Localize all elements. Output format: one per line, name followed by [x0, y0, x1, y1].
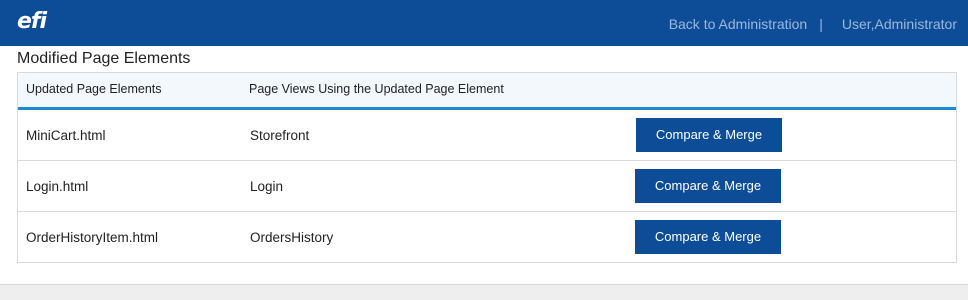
table-header: Updated Page Elements Page Views Using t…: [18, 73, 956, 110]
efi-logo[interactable]: efi: [17, 9, 47, 35]
page-title: Modified Page Elements: [17, 50, 191, 67]
page-element-name: OrderHistoryItem.html: [26, 230, 159, 245]
page-view-name: Storefront: [250, 128, 310, 143]
nav-separator: |: [819, 16, 823, 32]
table-row: Login.html Login Compare & Merge: [18, 161, 956, 212]
modified-elements-table: Updated Page Elements Page Views Using t…: [17, 72, 957, 263]
top-navigation-bar: efi Back to Administration | User,Administ…: [0, 0, 968, 46]
page-view-name: Login: [250, 179, 284, 194]
column-header-page-views: Page Views Using the Updated Page Elemen…: [249, 82, 504, 96]
table-row: MiniCart.html Storefront Compare & Merge: [18, 110, 956, 161]
user-menu-link[interactable]: User,Administrator: [842, 16, 957, 32]
column-header-updated-elements: Updated Page Elements: [26, 82, 162, 96]
page-view-name: OrdersHistory: [250, 230, 334, 245]
top-nav-links: Back to Administration | User,Administrato…: [669, 15, 957, 33]
back-to-administration-link[interactable]: Back to Administration: [669, 16, 808, 32]
compare-merge-button[interactable]: Compare & Merge: [636, 118, 782, 152]
table-row: OrderHistoryItem.html OrdersHistory Comp…: [18, 212, 956, 262]
page-element-name: Login.html: [26, 179, 89, 194]
compare-merge-button[interactable]: Compare & Merge: [635, 169, 781, 203]
page-element-name: MiniCart.html: [26, 128, 106, 143]
compare-merge-button[interactable]: Compare & Merge: [635, 220, 781, 254]
footer-bar: [0, 284, 968, 300]
